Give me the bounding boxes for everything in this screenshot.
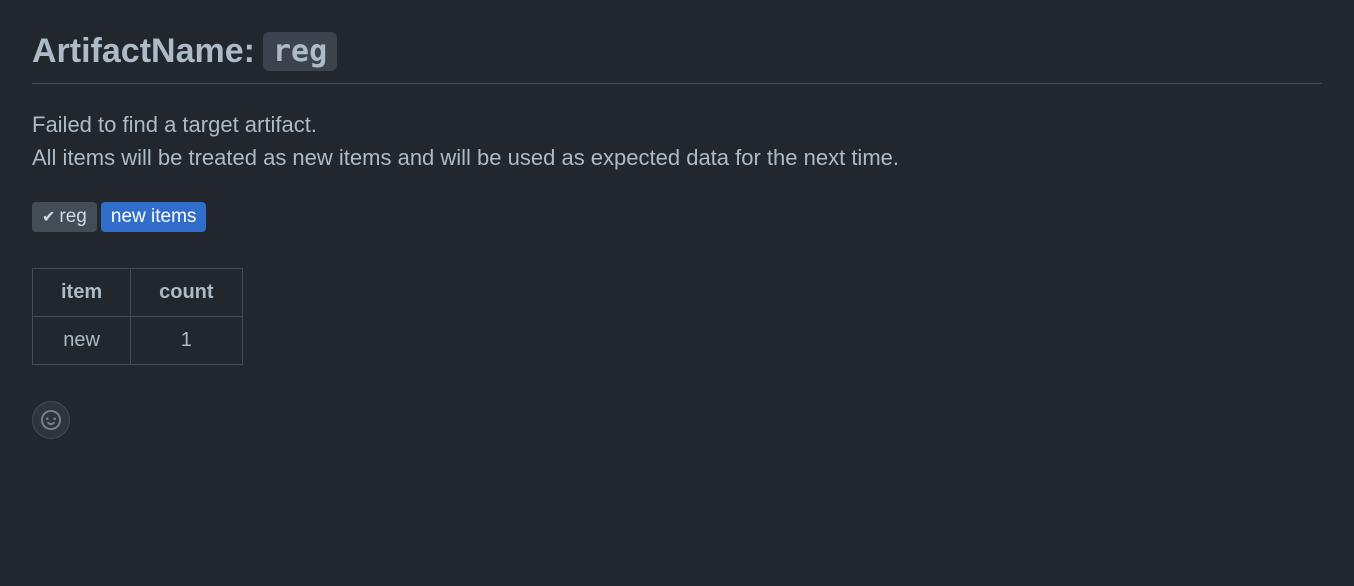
results-table: item count new 1 (32, 268, 243, 365)
message-line-2: All items will be treated as new items a… (32, 141, 1322, 174)
tag-new-items[interactable]: new items (101, 202, 207, 232)
status-message: Failed to find a target artifact. All it… (32, 108, 1322, 174)
check-icon: ✔ (42, 207, 55, 227)
tag-reg[interactable]: ✔ reg (32, 202, 97, 232)
add-reaction-button[interactable] (32, 401, 70, 439)
table-cell-count: 1 (131, 317, 242, 365)
table-row: new 1 (33, 317, 243, 365)
table-header-item: item (33, 269, 131, 317)
table-header-row: item count (33, 269, 243, 317)
smiley-icon (41, 410, 61, 430)
table-cell-item: new (33, 317, 131, 365)
tag-label: reg (59, 206, 86, 228)
artifact-name-code: reg (263, 32, 337, 71)
tag-list: ✔ reg new items (32, 202, 1322, 232)
heading-label: ArtifactName: (32, 32, 255, 71)
page-title: ArtifactName: reg (32, 32, 1322, 84)
table-header-count: count (131, 269, 242, 317)
tag-label: new items (111, 206, 197, 228)
message-line-1: Failed to find a target artifact. (32, 108, 1322, 141)
